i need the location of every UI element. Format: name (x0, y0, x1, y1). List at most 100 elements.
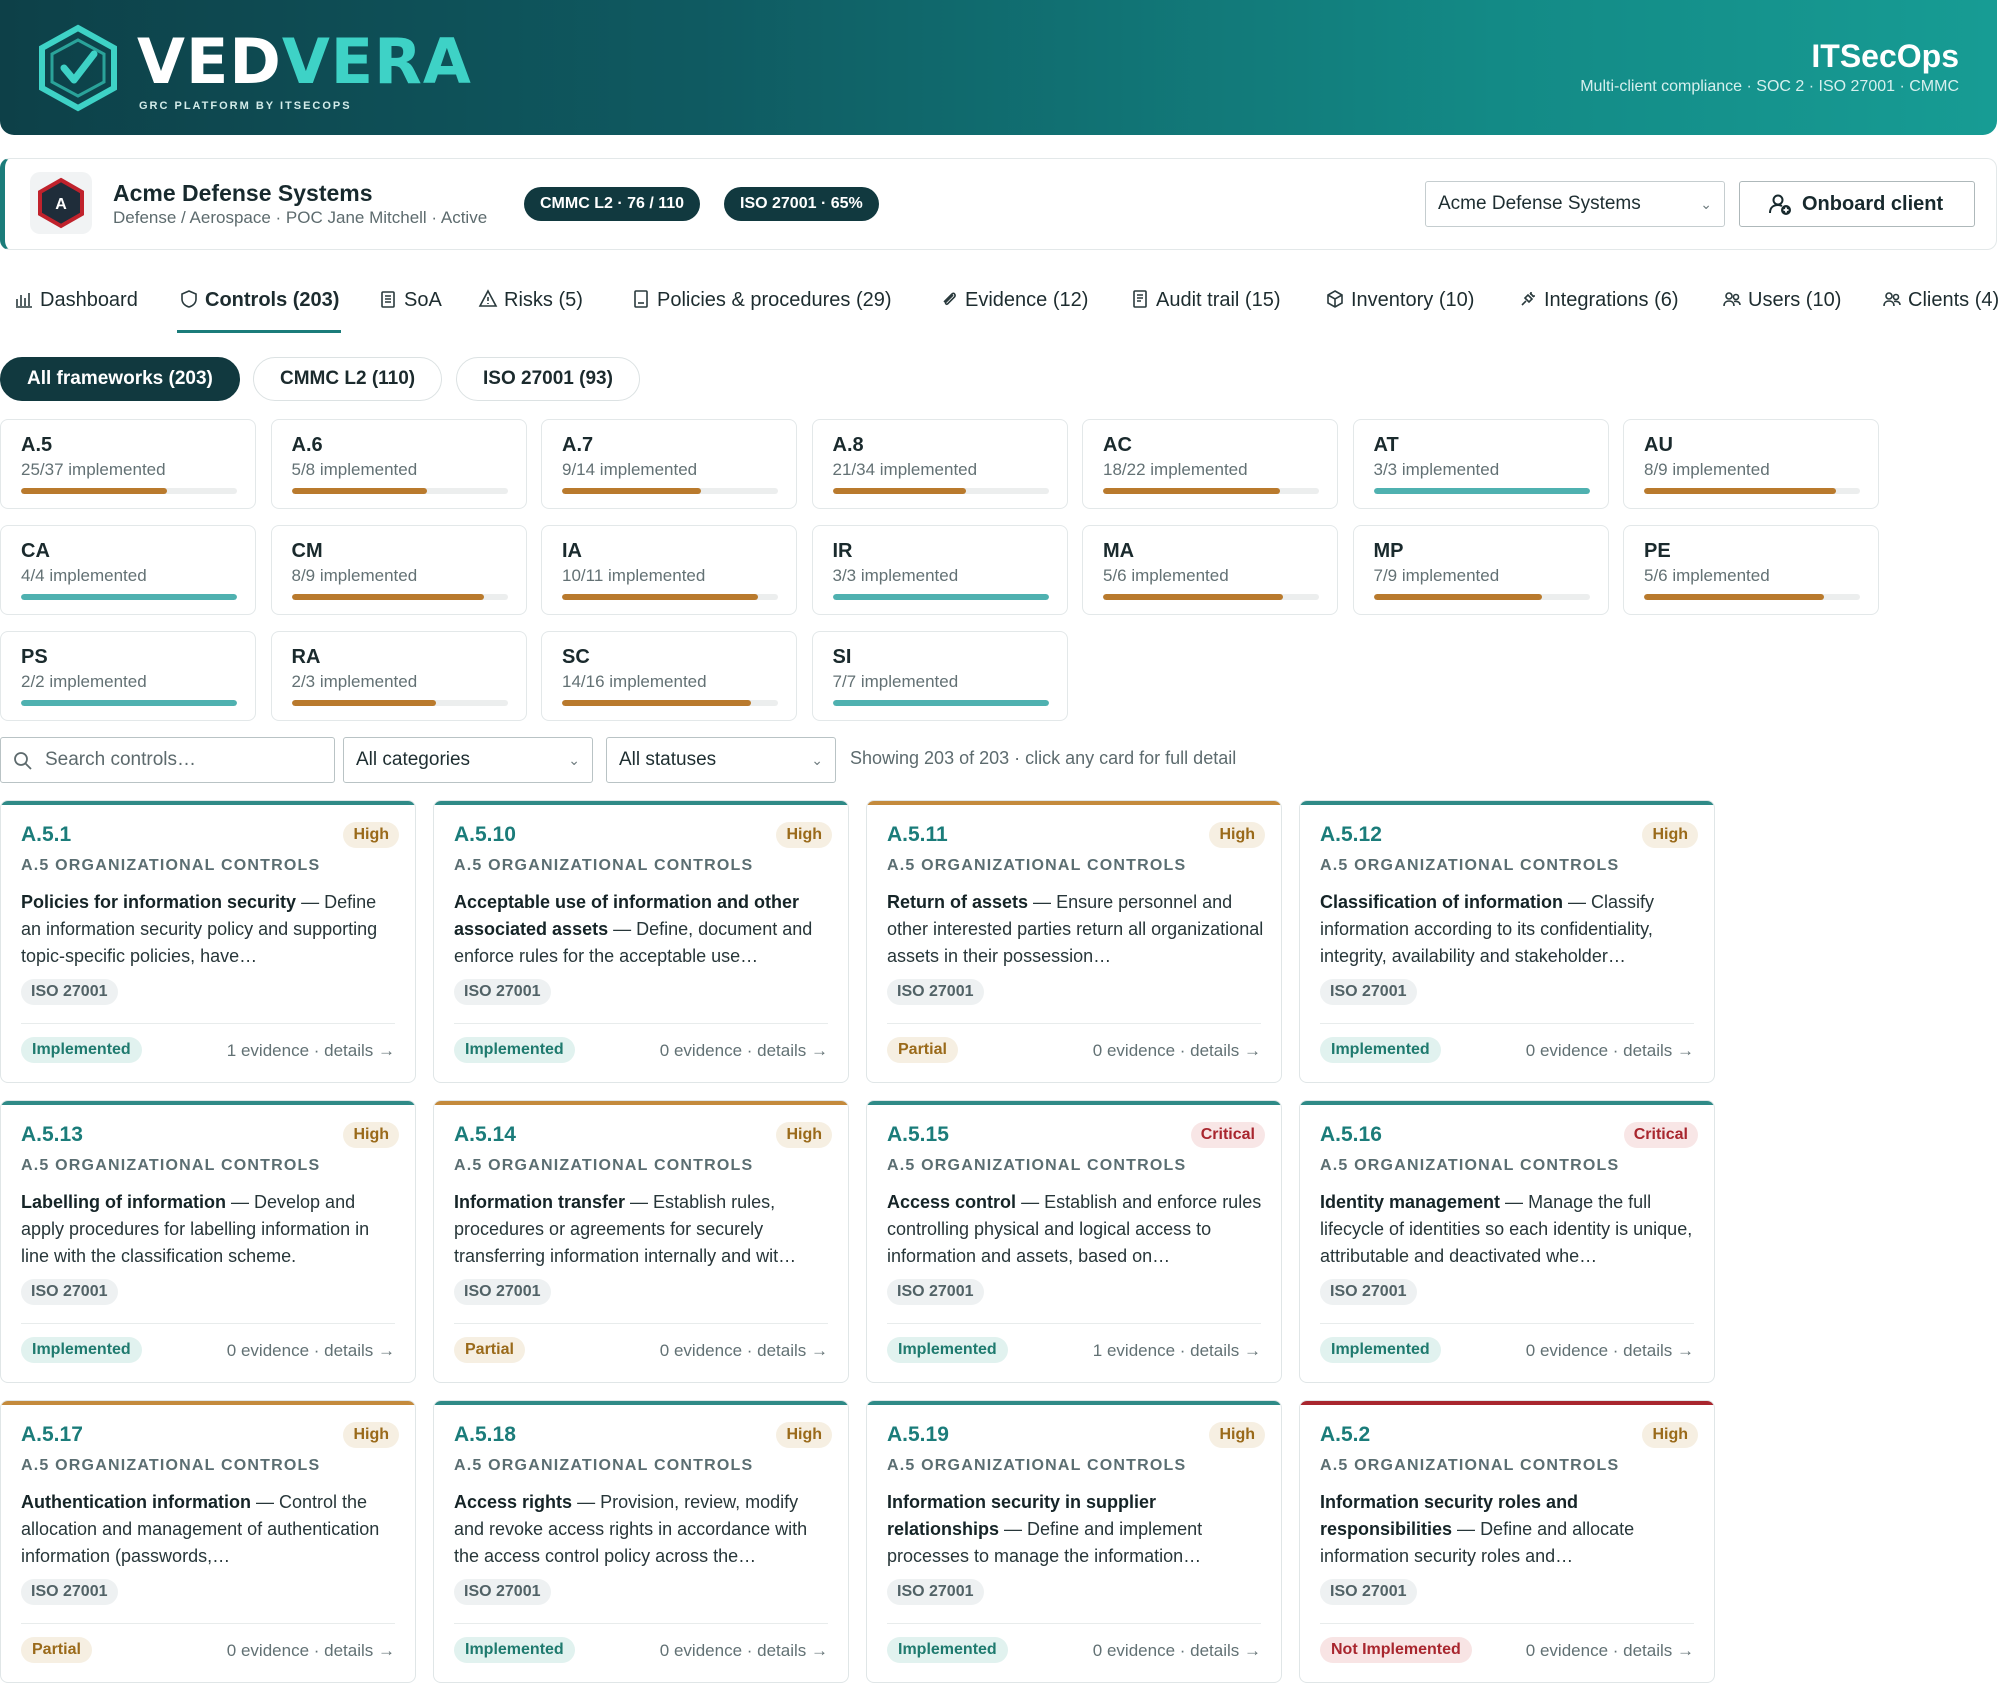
clipboard-icon (378, 289, 398, 309)
framework-filter-iso-27001[interactable]: ISO 27001 (93) (456, 357, 640, 401)
client-selector[interactable]: Acme Defense Systems ⌄ (1425, 181, 1725, 227)
evidence-details-link[interactable]: 0 evidence · details → (1093, 1041, 1261, 1061)
add-user-icon (1769, 194, 1791, 215)
control-card[interactable]: A.5.13 High A.5 ORGANIZATIONAL CONTROLS Lab… (0, 1100, 416, 1383)
tab-dashboard[interactable]: Dashboard (14, 287, 138, 313)
tab-integrations[interactable]: Integrations (6) (1518, 287, 1679, 313)
tab-evidence[interactable]: Evidence (12) (939, 287, 1088, 313)
framework-chip: ISO 27001 (887, 1279, 984, 1305)
evidence-details-link[interactable]: 0 evidence · details → (1093, 1641, 1261, 1661)
control-card[interactable]: A.5.2 High A.5 ORGANIZATIONAL CONTROLS Info… (1299, 1400, 1715, 1683)
framework-chip: ISO 27001 (454, 1579, 551, 1605)
family-card-mp[interactable]: MP 7/9 implemented (1352, 525, 1609, 615)
control-card[interactable]: A.5.19 High A.5 ORGANIZATIONAL CONTROLS Inf… (866, 1400, 1282, 1683)
category-select-value: All categories (356, 749, 471, 770)
control-id: A.5.19 (887, 1423, 949, 1446)
family-progress-fill (21, 700, 237, 706)
evidence-details-link[interactable]: 0 evidence · details → (660, 1041, 828, 1061)
card-divider (887, 1323, 1261, 1324)
family-card-ra[interactable]: RA 2/3 implemented (270, 631, 527, 721)
framework-filter-cmmc-l2[interactable]: CMMC L2 (110) (253, 357, 443, 401)
family-card-si[interactable]: SI 7/7 implemented (811, 631, 1068, 721)
family-code: RA (291, 646, 321, 668)
family-card-ia[interactable]: IA 10/11 implemented (541, 525, 797, 615)
tab-risks[interactable]: Risks (5) (478, 287, 583, 313)
control-title: Return of assets (887, 892, 1029, 912)
family-card-sc[interactable]: SC 14/16 implemented (541, 631, 797, 721)
framework-filter-all[interactable]: All frameworks (203) (0, 357, 240, 401)
card-status-accent (867, 1401, 1281, 1405)
tab-audit-trail[interactable]: Audit trail (15) (1130, 287, 1281, 313)
framework-chip: ISO 27001 (21, 979, 118, 1005)
family-card-ca[interactable]: CA 4/4 implemented (0, 525, 256, 615)
family-progress-bar (562, 700, 778, 706)
evidence-details-link[interactable]: 0 evidence · details → (227, 1641, 395, 1661)
family-progress-bar (291, 488, 508, 494)
control-card[interactable]: A.5.12 High A.5 ORGANIZATIONAL CONTROLS Cla… (1299, 800, 1715, 1083)
family-card-ac[interactable]: AC 18/22 implemented (1082, 419, 1338, 509)
severity-badge: High (776, 1422, 832, 1448)
tab-soa[interactable]: SoA (378, 287, 442, 313)
evidence-details-link[interactable]: 0 evidence · details → (660, 1641, 828, 1661)
chevron-down-icon: ⌄ (1700, 196, 1712, 212)
category-select[interactable]: All categories ⌄ (343, 737, 593, 783)
family-card-a-6[interactable]: A.6 5/8 implemented (270, 419, 527, 509)
framework-chip: ISO 27001 (1320, 1279, 1417, 1305)
family-card-ma[interactable]: MA 5/6 implemented (1082, 525, 1338, 615)
card-divider (1320, 1623, 1694, 1624)
control-card[interactable]: A.5.11 High A.5 ORGANIZATIONAL CONTROLS Ret… (866, 800, 1282, 1083)
control-id: A.5.1 (21, 823, 72, 846)
family-card-ps[interactable]: PS 2/2 implemented (0, 631, 256, 721)
control-card[interactable]: A.5.15 Critical A.5 ORGANIZATIONAL CONTROL… (866, 1100, 1282, 1383)
control-description: Information security in supplier relatio… (887, 1492, 1203, 1566)
onboard-client-label: Onboard client (1802, 193, 1944, 215)
tab-users[interactable]: Users (10) (1722, 287, 1841, 313)
control-card[interactable]: A.5.10 High A.5 ORGANIZATIONAL CONTROLS Acc… (433, 800, 849, 1083)
card-divider (454, 1323, 828, 1324)
family-card-a-7[interactable]: A.7 9/14 implemented (541, 419, 797, 509)
evidence-details-link[interactable]: 1 evidence · details → (227, 1041, 395, 1061)
status-badge: Implemented (454, 1637, 575, 1663)
evidence-details-link[interactable]: 0 evidence · details → (227, 1341, 395, 1361)
severity-badge: Critical (1623, 1122, 1698, 1148)
card-status-accent (1, 1101, 415, 1105)
family-card-pe[interactable]: PE 5/6 implemented (1623, 525, 1879, 615)
control-card[interactable]: A.5.17 High A.5 ORGANIZATIONAL CONTROLS Aut… (0, 1400, 416, 1683)
tab-policies-procedures[interactable]: Policies & procedures (29) (631, 287, 892, 313)
card-divider (1320, 1323, 1694, 1324)
family-card-at[interactable]: AT 3/3 implemented (1352, 419, 1609, 509)
tab-inventory[interactable]: Inventory (10) (1325, 287, 1474, 313)
evidence-details-link[interactable]: 0 evidence · details → (1526, 1041, 1694, 1061)
control-category: A.5 ORGANIZATIONAL CONTROLS (1320, 1157, 1620, 1174)
control-id: A.5.13 (21, 1123, 83, 1146)
tab-label: Evidence (12) (965, 289, 1089, 311)
card-status-accent (1300, 1101, 1714, 1105)
tab-label: Clients (4) (1908, 289, 2000, 311)
status-select[interactable]: All statuses ⌄ (606, 737, 836, 783)
search-box[interactable] (0, 737, 335, 783)
evidence-details-link[interactable]: 0 evidence · details → (660, 1341, 828, 1361)
control-card[interactable]: A.5.18 High A.5 ORGANIZATIONAL CONTROLS Acc… (433, 1400, 849, 1683)
family-progress-fill (832, 488, 966, 494)
family-card-au[interactable]: AU 8/9 implemented (1623, 419, 1879, 509)
onboard-client-button[interactable]: Onboard client (1739, 181, 1975, 227)
evidence-details-link[interactable]: 0 evidence · details → (1526, 1641, 1694, 1661)
family-implemented-count: 7/9 implemented (1373, 566, 1500, 585)
tab-clients[interactable]: Clients (4) (1882, 287, 1999, 313)
family-card-a-5[interactable]: A.5 25/37 implemented (0, 419, 256, 509)
evidence-details-link[interactable]: 1 evidence · details → (1093, 1341, 1261, 1361)
family-implemented-count: 8/9 implemented (291, 566, 418, 585)
control-card[interactable]: A.5.14 High A.5 ORGANIZATIONAL CONTROLS Inf… (433, 1100, 849, 1383)
search-input[interactable] (45, 744, 325, 776)
control-card[interactable]: A.5.16 Critical A.5 ORGANIZATIONAL CONTROL… (1299, 1100, 1715, 1383)
control-card[interactable]: A.5.1 High A.5 ORGANIZATIONAL CONTROLS Poli… (0, 800, 416, 1083)
evidence-details-link[interactable]: 0 evidence · details → (1526, 1341, 1694, 1361)
family-card-ir[interactable]: IR 3/3 implemented (811, 525, 1068, 615)
vedvera-logo-icon (39, 24, 117, 112)
package-icon (1325, 289, 1345, 309)
framework-chip: ISO 27001 (887, 1579, 984, 1605)
family-card-a-8[interactable]: A.8 21/34 implemented (811, 419, 1068, 509)
tab-controls[interactable]: Controls (203) (179, 287, 339, 313)
family-card-cm[interactable]: CM 8/9 implemented (270, 525, 527, 615)
brand-name: ITSecOps (1811, 38, 1959, 74)
